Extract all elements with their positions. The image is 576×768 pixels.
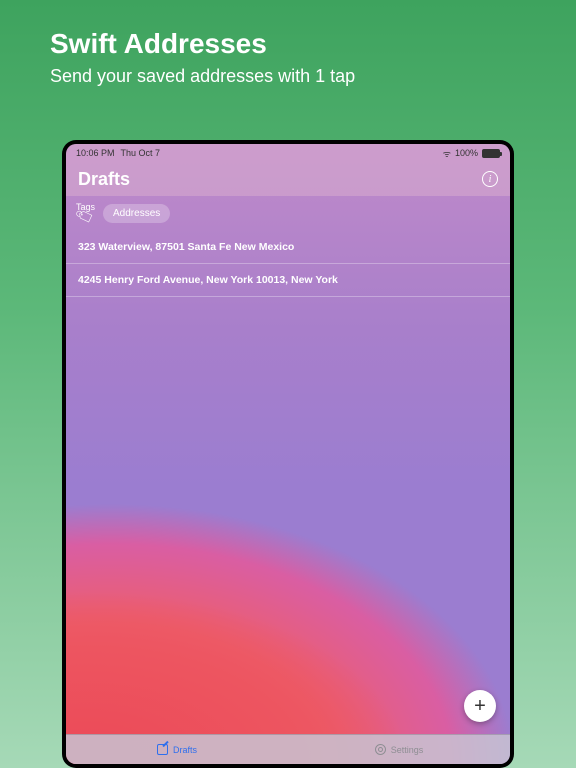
tab-label: Settings bbox=[391, 745, 424, 755]
battery-icon bbox=[482, 149, 500, 158]
wallpaper-wave bbox=[66, 444, 510, 764]
screen: 10:06 PM Thu Oct 7 ᯤ 100% Drafts i Tags … bbox=[66, 144, 510, 764]
nav-bar: Drafts i bbox=[66, 162, 510, 196]
tab-bar: Drafts Settings bbox=[66, 734, 510, 764]
promo-title: Swift Addresses bbox=[0, 0, 576, 66]
status-date: Thu Oct 7 bbox=[121, 148, 161, 158]
info-icon[interactable]: i bbox=[482, 171, 498, 187]
gear-icon bbox=[375, 744, 387, 756]
tags-row: Tags 🏷 Addresses bbox=[66, 196, 510, 231]
page-title: Drafts bbox=[78, 169, 130, 190]
list-item[interactable]: 4245 Henry Ford Avenue, New York 10013, … bbox=[66, 264, 510, 297]
list-item[interactable]: 323 Waterview, 87501 Santa Fe New Mexico bbox=[66, 231, 510, 264]
tab-drafts[interactable]: Drafts bbox=[66, 735, 288, 764]
device-frame: 10:06 PM Thu Oct 7 ᯤ 100% Drafts i Tags … bbox=[62, 140, 514, 768]
compose-icon bbox=[157, 744, 169, 756]
wifi-icon: ᯤ bbox=[443, 147, 451, 160]
promo-subtitle: Send your saved addresses with 1 tap bbox=[0, 66, 576, 87]
address-list: 323 Waterview, 87501 Santa Fe New Mexico… bbox=[66, 231, 510, 297]
status-time: 10:06 PM bbox=[76, 148, 115, 158]
tab-label: Drafts bbox=[173, 745, 197, 755]
add-button[interactable]: + bbox=[464, 690, 496, 722]
tab-settings[interactable]: Settings bbox=[288, 735, 510, 764]
status-bar: 10:06 PM Thu Oct 7 ᯤ 100% bbox=[66, 144, 510, 162]
battery-percent: 100% bbox=[455, 148, 478, 158]
tag-chip-addresses[interactable]: Addresses bbox=[103, 204, 170, 223]
